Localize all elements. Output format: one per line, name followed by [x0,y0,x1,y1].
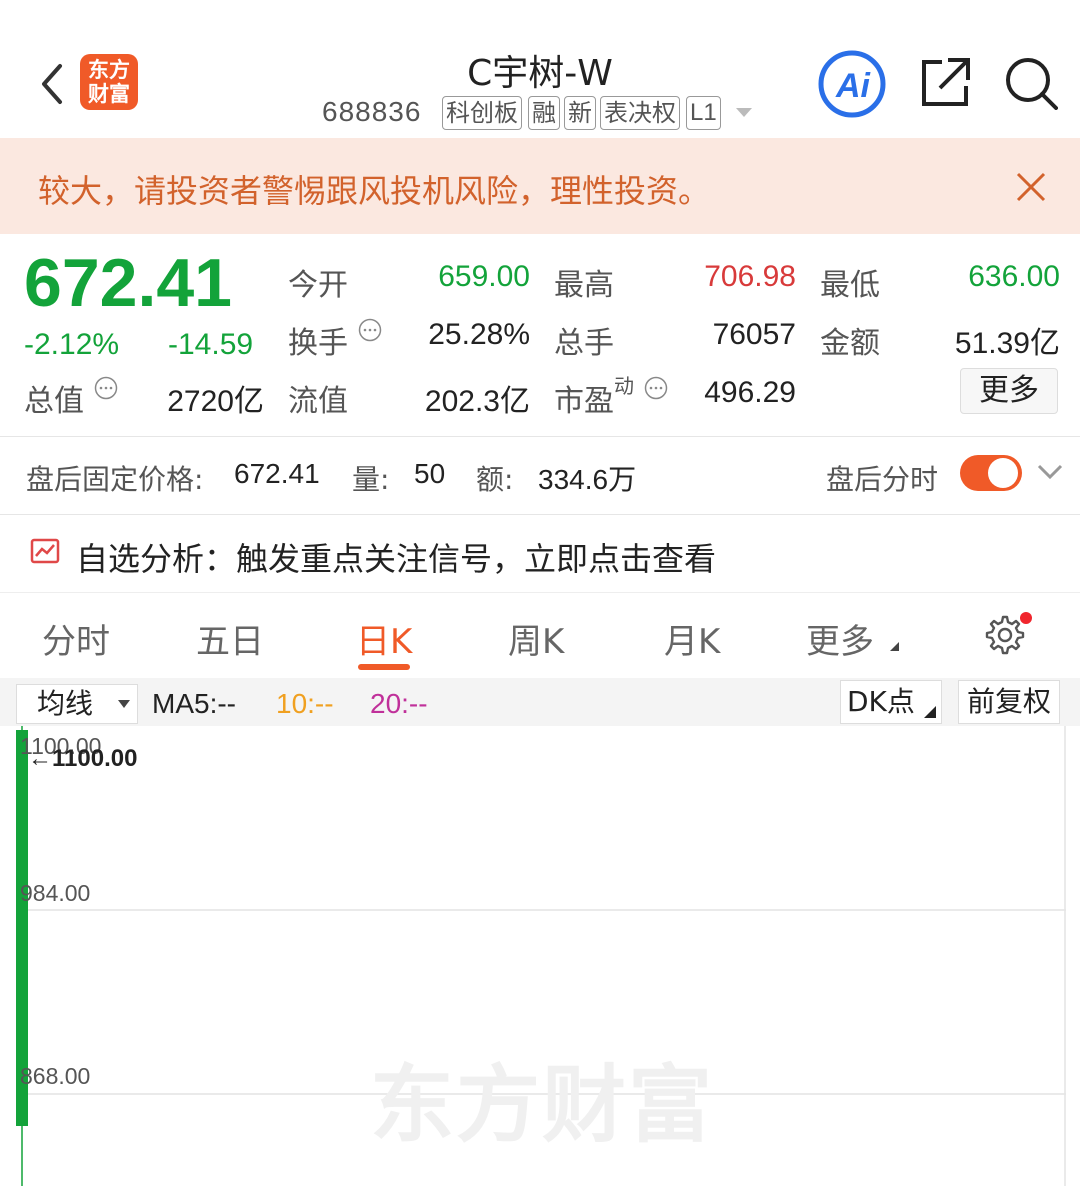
tag-star-board: 科创板 [442,96,522,130]
after-hours-volume: 50 [414,458,446,489]
amount-label: 金额 [820,326,880,361]
logo-text: 东方财富 [88,58,130,106]
back-arrow-icon[interactable] [34,62,78,106]
y-tick-label: 868.00 [20,1063,90,1089]
risk-warning-text: 较大，请投资者警惕跟风投机风险，理性投资。 [38,172,711,210]
after-hours-amount: 334.6万 [538,464,637,495]
chevron-down-icon[interactable] [1036,462,1064,482]
volume-value: 76057 [712,318,796,351]
share-icon[interactable] [920,56,972,108]
tag-voting-rights: 表决权 [600,96,680,130]
price-adjust-button[interactable]: 前复权 [958,680,1060,724]
change-amount: -14.59 [168,328,254,361]
turnover-label: 换手 [288,326,348,361]
current-price: 672.41 [24,245,232,321]
toggle-knob [988,458,1018,488]
chart-trend-icon [30,538,60,564]
watermark: 东方财富 [370,1056,715,1154]
info-icon[interactable] [644,376,668,400]
tag-level1: L1 [686,96,721,130]
more-corner-icon [890,642,899,651]
market-cap-value: 2720亿 [167,385,264,418]
close-icon[interactable] [1014,170,1048,204]
divider [0,514,1080,515]
float-cap-value: 202.3亿 [424,385,530,418]
tags-dropdown-icon[interactable] [736,108,752,117]
high-label: 最高 [554,268,614,303]
low-label: 最低 [820,268,880,303]
turnover-value: 25.28% [428,318,530,351]
after-hours-volume-label: 量: [352,463,390,496]
tab-more[interactable]: 更多 [806,614,874,663]
after-hours-price: 672.41 [234,458,320,489]
volume-label: 总手 [554,326,614,361]
y-tick-label: 984.00 [20,880,90,906]
tab-weekly-k[interactable]: 周K [508,614,564,663]
high-value: 706.98 [704,260,796,293]
ai-icon[interactable]: Ai [818,50,886,118]
open-label: 今开 [288,268,348,303]
info-icon[interactable] [358,318,382,342]
amount-value: 51.39亿 [954,327,1060,360]
tab-five-day[interactable]: 五日 [196,614,264,663]
ma10-value: 10:-- [276,688,334,719]
self-select-analysis-link[interactable]: 自选分析：触发重点关注信号，立即点击查看 [76,534,716,580]
app-logo: 东方财富 [80,54,138,110]
tag-margin: 融 [528,96,560,130]
max-price-label: ←1100.00 [28,745,137,772]
float-cap-label: 流值 [288,384,348,419]
svg-text:Ai: Ai [835,67,872,105]
low-value: 636.00 [968,260,1060,293]
market-cap-label: 总值 [24,384,84,419]
tab-timeshare[interactable]: 分时 [42,614,110,663]
after-hours-label: 盘后固定价格: [26,463,204,496]
open-value: 659.00 [438,260,530,293]
pe-dynamic-sup: 动 [614,374,634,398]
ma5-value: MA5:-- [152,688,236,719]
info-icon[interactable] [94,376,118,400]
change-percent: -2.12% [24,328,120,361]
stock-code: 688836 [322,96,422,127]
pe-label: 市盈 [554,384,614,419]
more-stats-button[interactable]: 更多 [960,368,1058,414]
search-icon[interactable] [1004,56,1058,110]
active-tab-indicator [358,664,410,670]
notification-dot [1020,612,1032,624]
tab-monthly-k[interactable]: 月K [664,614,720,663]
tab-daily-k[interactable]: 日K [356,614,412,663]
stock-title: C宇树-W [467,53,613,94]
corner-triangle-icon [924,706,936,718]
after-hours-amount-label: 额: [476,463,514,496]
dropdown-caret-icon [118,700,130,708]
pe-value: 496.29 [704,376,796,409]
tag-new: 新 [564,96,596,130]
after-hours-timeshare-label: 盘后分时 [826,463,939,496]
divider [0,436,1080,437]
ma20-value: 20:-- [370,688,428,719]
